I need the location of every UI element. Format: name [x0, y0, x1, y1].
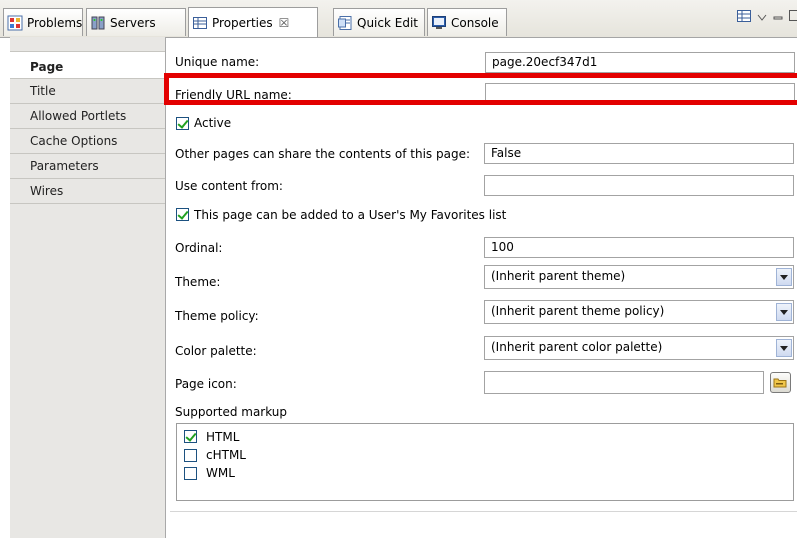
- properties-icon: [192, 15, 208, 31]
- tab-quick-edit[interactable]: Quick Edit: [333, 8, 425, 36]
- supported-markup-list: HTML cHTML WML: [176, 423, 794, 501]
- favorites-label: This page can be added to a User's My Fa…: [194, 208, 507, 222]
- sidebar-item-wires[interactable]: Wires: [10, 179, 165, 204]
- tab-servers[interactable]: Servers: [86, 8, 186, 36]
- content-from-field[interactable]: [484, 175, 794, 196]
- theme-select-value: (Inherit parent theme): [491, 269, 626, 283]
- tab-label: Quick Edit: [357, 15, 418, 30]
- tab-problems[interactable]: Problems: [3, 8, 83, 36]
- sidebar-item-title[interactable]: Title: [10, 79, 165, 104]
- share-contents-label: Other pages can share the contents of th…: [175, 147, 470, 161]
- sidebar-item-allowed-portlets[interactable]: Allowed Portlets: [10, 104, 165, 129]
- tab-label: Servers: [110, 15, 156, 30]
- page-icon-field[interactable]: [484, 371, 764, 394]
- markup-wml-checkbox[interactable]: [184, 467, 197, 480]
- page-icon-label: Page icon:: [175, 377, 237, 391]
- color-palette-select[interactable]: (Inherit parent color palette): [484, 336, 794, 360]
- chevron-down-icon[interactable]: [776, 268, 792, 286]
- sidebar-item-cache-options[interactable]: Cache Options: [10, 129, 165, 154]
- theme-policy-select-value: (Inherit parent theme policy): [491, 304, 665, 318]
- active-checkbox[interactable]: [176, 117, 189, 130]
- unique-name-field[interactable]: page.20ecf347d1: [485, 52, 795, 73]
- tab-properties[interactable]: Properties ☒: [188, 7, 318, 37]
- color-palette-label: Color palette:: [175, 344, 257, 358]
- active-label: Active: [194, 116, 232, 130]
- tab-label: Problems: [27, 15, 83, 30]
- theme-policy-select[interactable]: (Inherit parent theme policy): [484, 300, 794, 324]
- console-icon: [431, 15, 447, 31]
- browse-button[interactable]: [770, 372, 791, 393]
- ordinal-field[interactable]: 100: [484, 237, 794, 258]
- theme-policy-label: Theme policy:: [175, 309, 259, 323]
- minimize-icon[interactable]: [773, 11, 783, 25]
- sidebar-item-parameters[interactable]: Parameters: [10, 154, 165, 179]
- view-toolbar: [737, 10, 797, 25]
- friendly-url-field[interactable]: [485, 83, 795, 104]
- color-palette-select-value: (Inherit parent color palette): [491, 340, 663, 354]
- view-tab-bar: Problems Servers Properties ☒ Quick Edit…: [0, 0, 797, 38]
- tab-label: Properties: [212, 15, 273, 30]
- supported-markup-label: Supported markup: [175, 405, 288, 419]
- markup-chtml-label: cHTML: [206, 448, 246, 462]
- quick-edit-icon: [337, 15, 353, 31]
- chevron-down-icon[interactable]: [776, 339, 792, 357]
- problems-icon: [7, 15, 23, 31]
- folder-icon: [773, 378, 787, 388]
- markup-html-checkbox[interactable]: [184, 430, 197, 443]
- markup-wml-label: WML: [206, 466, 235, 480]
- ordinal-label: Ordinal:: [175, 241, 223, 255]
- servers-icon: [90, 15, 106, 31]
- tab-label: Console: [451, 15, 499, 30]
- close-icon[interactable]: ☒: [279, 16, 290, 30]
- markup-chtml-checkbox[interactable]: [184, 449, 197, 462]
- tab-console[interactable]: Console: [427, 8, 507, 36]
- favorites-checkbox[interactable]: [176, 208, 189, 221]
- sidebar-item-page[interactable]: Page: [10, 51, 165, 79]
- bottom-divider: [170, 511, 797, 512]
- theme-select[interactable]: (Inherit parent theme): [484, 265, 794, 289]
- unique-name-label: Unique name:: [175, 55, 260, 69]
- friendly-url-label: Friendly URL name:: [175, 88, 292, 102]
- theme-label: Theme:: [175, 275, 221, 289]
- property-section-list: Page Title Allowed Portlets Cache Option…: [10, 37, 166, 538]
- view-menu-chevron-down-icon[interactable]: [757, 11, 767, 25]
- content-from-label: Use content from:: [175, 179, 283, 193]
- maximize-icon[interactable]: [789, 10, 797, 25]
- view-menu-table-icon[interactable]: [737, 10, 751, 25]
- markup-html-label: HTML: [206, 430, 240, 444]
- share-contents-field[interactable]: False: [484, 143, 794, 164]
- chevron-down-icon[interactable]: [776, 303, 792, 321]
